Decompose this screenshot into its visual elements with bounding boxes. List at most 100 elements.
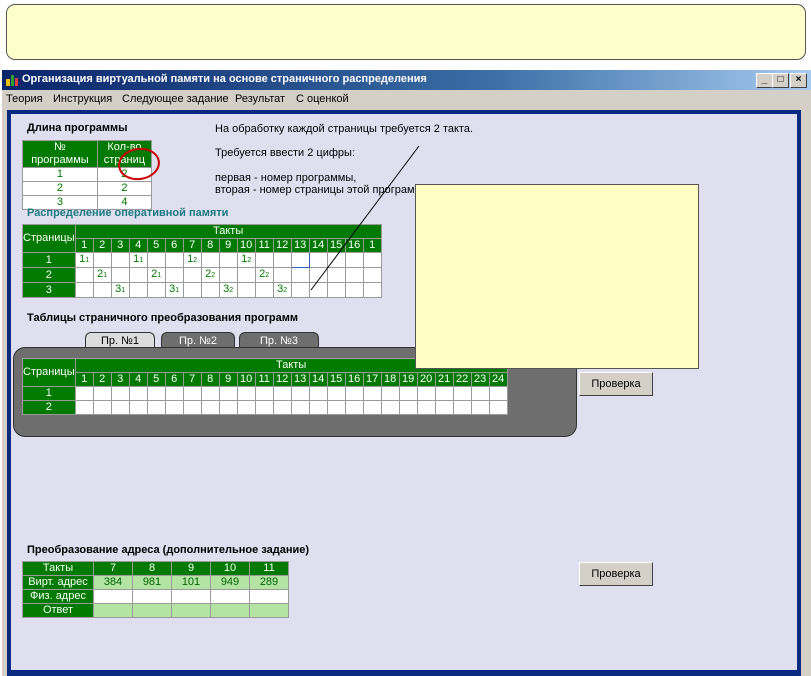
pt-input-cell[interactable]	[200, 386, 220, 401]
pt-input-cell[interactable]	[290, 400, 310, 415]
pt-input-cell[interactable]	[164, 386, 184, 401]
ram-cell[interactable]: 32	[218, 282, 238, 298]
pt-input-cell[interactable]	[146, 386, 166, 401]
ram-cell[interactable]	[236, 267, 256, 283]
pt-input-cell[interactable]	[308, 400, 328, 415]
ram-cell[interactable]	[128, 282, 148, 298]
ram-cell[interactable]: 32	[272, 282, 292, 298]
ram-cell[interactable]	[200, 282, 220, 298]
pt-input-cell[interactable]	[110, 400, 130, 415]
ram-cell[interactable]	[326, 282, 346, 298]
pt-input-cell[interactable]	[290, 386, 310, 401]
ram-cell[interactable]	[344, 282, 364, 298]
ram-cell[interactable]: 21	[146, 267, 166, 283]
ram-cell[interactable]	[92, 252, 112, 268]
ram-cell[interactable]	[272, 267, 292, 283]
pt-input-cell[interactable]	[92, 386, 112, 401]
pt-input-cell[interactable]	[434, 386, 454, 401]
ram-cell[interactable]	[290, 267, 310, 283]
phys-address-input[interactable]	[249, 589, 289, 604]
menu-with-grade[interactable]: С оценкой	[296, 93, 349, 105]
ram-cell[interactable]	[236, 282, 256, 298]
pt-input-cell[interactable]	[434, 400, 454, 415]
pt-input-cell[interactable]	[344, 386, 364, 401]
ram-cell[interactable]	[308, 267, 328, 283]
pt-input-cell[interactable]	[398, 386, 418, 401]
ram-cell[interactable]	[218, 267, 238, 283]
ram-cell[interactable]	[308, 252, 328, 268]
ram-cell[interactable]	[326, 267, 346, 283]
ram-cell[interactable]	[182, 267, 202, 283]
pt-input-cell[interactable]	[380, 400, 400, 415]
pt-input-cell[interactable]	[362, 400, 382, 415]
ram-cell[interactable]	[146, 252, 166, 268]
maximize-button[interactable]: □	[772, 73, 789, 88]
ram-cell[interactable]: 11	[128, 252, 148, 268]
pt-input-cell[interactable]	[146, 400, 166, 415]
ram-cell[interactable]	[254, 252, 274, 268]
ram-cell[interactable]	[290, 252, 310, 268]
pt-input-cell[interactable]	[326, 400, 346, 415]
pt-input-cell[interactable]	[254, 400, 274, 415]
ram-cell[interactable]	[326, 252, 346, 268]
pt-input-cell[interactable]	[488, 400, 508, 415]
pt-input-cell[interactable]	[452, 400, 472, 415]
ram-cell[interactable]	[146, 282, 166, 298]
ram-cell[interactable]	[182, 282, 202, 298]
pt-input-cell[interactable]	[380, 386, 400, 401]
pt-input-cell[interactable]	[74, 386, 94, 401]
ram-cell[interactable]	[218, 252, 238, 268]
pt-input-cell[interactable]	[128, 400, 148, 415]
pt-input-cell[interactable]	[272, 386, 292, 401]
pt-input-cell[interactable]	[416, 386, 436, 401]
pt-input-cell[interactable]	[128, 386, 148, 401]
ram-cell[interactable]	[92, 282, 112, 298]
ram-cell[interactable]	[290, 282, 310, 298]
minimize-button[interactable]: _	[756, 73, 773, 88]
menu-instruction[interactable]: Инструкция	[53, 93, 112, 105]
pt-input-cell[interactable]	[182, 400, 202, 415]
menu-result[interactable]: Результат	[235, 93, 285, 105]
pt-input-cell[interactable]	[74, 400, 94, 415]
ram-cell[interactable]	[164, 267, 184, 283]
ram-cell[interactable]: 31	[110, 282, 130, 298]
menu-theory[interactable]: Теория	[6, 93, 43, 105]
ram-cell[interactable]	[254, 282, 274, 298]
ram-cell[interactable]: 31	[164, 282, 184, 298]
phys-address-input[interactable]	[93, 589, 133, 604]
pt-input-cell[interactable]	[164, 400, 184, 415]
pt-input-cell[interactable]	[272, 400, 292, 415]
ram-cell[interactable]: 22	[254, 267, 274, 283]
ram-cell[interactable]	[74, 267, 94, 283]
pt-input-cell[interactable]	[326, 386, 346, 401]
pt-input-cell[interactable]	[398, 400, 418, 415]
pt-input-cell[interactable]	[254, 386, 274, 401]
ram-cell[interactable]: 22	[200, 267, 220, 283]
ram-cell[interactable]	[272, 252, 292, 268]
pt-input-cell[interactable]	[218, 386, 238, 401]
pt-input-cell[interactable]	[488, 386, 508, 401]
pt-input-cell[interactable]	[110, 386, 130, 401]
pt-input-cell[interactable]	[470, 386, 490, 401]
menu-next-task[interactable]: Следующее задание	[122, 93, 229, 105]
phys-address-input[interactable]	[171, 589, 211, 604]
ram-cell[interactable]	[344, 267, 364, 283]
phys-address-input[interactable]	[210, 589, 250, 604]
close-button[interactable]: ×	[790, 73, 807, 88]
pt-input-cell[interactable]	[218, 400, 238, 415]
ram-cell[interactable]: 12	[182, 252, 202, 268]
ram-cell[interactable]	[362, 252, 382, 268]
ram-cell[interactable]	[164, 252, 184, 268]
ram-cell[interactable]	[110, 252, 130, 268]
ram-cell[interactable]	[74, 282, 94, 298]
pt-input-cell[interactable]	[362, 386, 382, 401]
pt-input-cell[interactable]	[416, 400, 436, 415]
ram-cell[interactable]	[308, 282, 328, 298]
pt-input-cell[interactable]	[308, 386, 328, 401]
pt-input-cell[interactable]	[470, 400, 490, 415]
ram-cell[interactable]: 21	[92, 267, 112, 283]
pt-input-cell[interactable]	[344, 400, 364, 415]
ram-cell[interactable]	[110, 267, 130, 283]
ram-cell[interactable]: 11	[74, 252, 94, 268]
pt-input-cell[interactable]	[236, 386, 256, 401]
